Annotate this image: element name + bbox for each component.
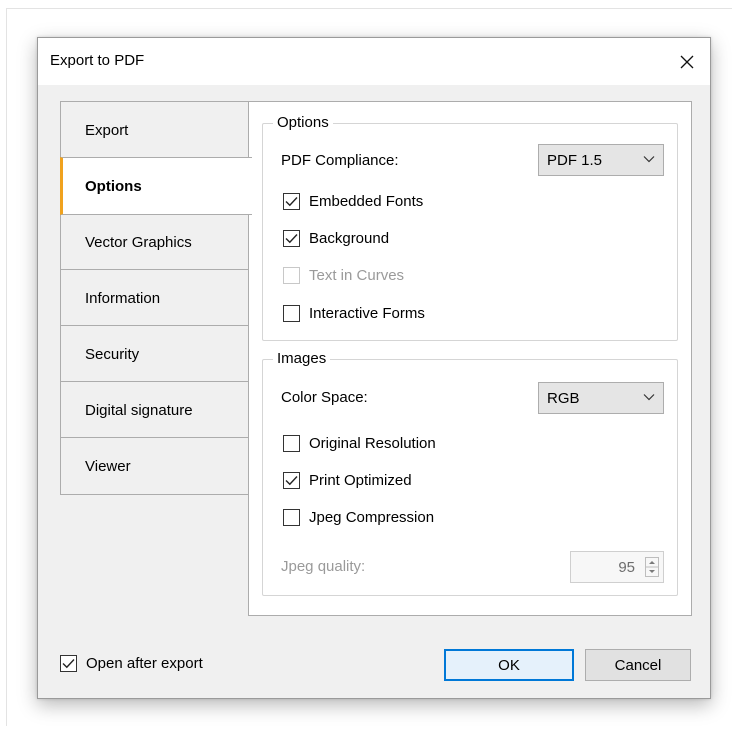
checkbox-box[interactable] — [283, 435, 300, 452]
background-divider-left — [6, 8, 7, 726]
options-group-legend: Options — [273, 114, 333, 131]
checkbox-label: Original Resolution — [309, 435, 436, 452]
title-bar: Export to PDF — [38, 38, 710, 85]
images-group: Images Color Space: RGB Original Resolut… — [262, 350, 678, 596]
jpeg-quality-spinner: 95 — [570, 551, 664, 583]
export-pdf-dialog: Export to PDF Export Options Vector Grap… — [37, 37, 711, 699]
jpeg-quality-value: 95 — [618, 559, 635, 576]
checkbox-label: Text in Curves — [309, 267, 405, 284]
tab-label: Export — [85, 121, 129, 139]
tab-label: Vector Graphics — [85, 233, 192, 251]
checkbox-label: Embedded Fonts — [309, 193, 424, 210]
close-button[interactable] — [664, 38, 710, 85]
chevron-down-icon — [643, 156, 655, 163]
tab-information[interactable]: Information — [60, 269, 250, 327]
open-after-export-checkbox[interactable]: Open after export — [60, 655, 203, 672]
close-icon — [680, 55, 694, 68]
checkmark-icon — [285, 234, 298, 244]
options-panel: Options PDF Compliance: PDF 1.5 Embedded… — [248, 101, 692, 616]
color-space-select[interactable]: RGB — [538, 382, 664, 414]
jpeg-compression-checkbox[interactable]: Jpeg Compression — [283, 509, 434, 526]
checkbox-box[interactable] — [283, 472, 300, 489]
jpeg-quality-label: Jpeg quality: — [281, 558, 366, 575]
checkbox-box[interactable] — [60, 655, 77, 672]
checkbox-label: Jpeg Compression — [309, 509, 435, 526]
background-checkbox[interactable]: Background — [283, 230, 389, 247]
spin-up-down-icon — [645, 557, 659, 577]
checkbox-label: Interactive Forms — [309, 305, 425, 322]
background-divider-top — [6, 8, 732, 9]
tab-security[interactable]: Security — [60, 325, 250, 383]
tab-export[interactable]: Export — [60, 101, 250, 159]
checkbox-box[interactable] — [283, 305, 300, 322]
checkbox-box[interactable] — [283, 509, 300, 526]
dialog-title: Export to PDF — [50, 52, 145, 69]
checkbox-box — [283, 267, 300, 284]
checkbox-box[interactable] — [283, 230, 300, 247]
color-space-label: Color Space: — [281, 389, 368, 406]
checkmark-icon — [285, 197, 298, 207]
text-in-curves-checkbox: Text in Curves — [283, 267, 404, 284]
ok-button[interactable]: OK — [444, 649, 574, 681]
options-group: Options PDF Compliance: PDF 1.5 Embedded… — [262, 114, 678, 341]
pdf-compliance-value: PDF 1.5 — [547, 151, 603, 169]
print-optimized-checkbox[interactable]: Print Optimized — [283, 472, 412, 489]
interactive-forms-checkbox[interactable]: Interactive Forms — [283, 305, 425, 322]
chevron-down-icon — [643, 394, 655, 401]
checkbox-box[interactable] — [283, 193, 300, 210]
original-resolution-checkbox[interactable]: Original Resolution — [283, 435, 436, 452]
checkmark-icon — [62, 659, 75, 669]
cancel-button-label: Cancel — [614, 656, 662, 674]
images-group-legend: Images — [273, 350, 331, 367]
checkbox-label: Background — [309, 230, 390, 247]
tab-digital-signature[interactable]: Digital signature — [60, 381, 250, 439]
tab-label: Options — [85, 177, 142, 195]
tab-label: Digital signature — [85, 401, 193, 419]
color-space-value: RGB — [547, 389, 580, 407]
checkbox-label: Open after export — [86, 655, 203, 672]
embedded-fonts-checkbox[interactable]: Embedded Fonts — [283, 193, 423, 210]
tab-vector-graphics[interactable]: Vector Graphics — [60, 213, 250, 271]
ok-button-label: OK — [498, 656, 520, 674]
tab-label: Information — [85, 289, 161, 307]
checkmark-icon — [285, 476, 298, 486]
pdf-compliance-select[interactable]: PDF 1.5 — [538, 144, 664, 176]
tab-label: Viewer — [85, 457, 131, 475]
tab-label: Security — [85, 345, 140, 363]
tab-viewer[interactable]: Viewer — [60, 437, 250, 495]
pdf-compliance-label: PDF Compliance: — [281, 152, 399, 169]
checkbox-label: Print Optimized — [309, 472, 412, 489]
tab-options[interactable]: Options — [60, 157, 252, 215]
cancel-button[interactable]: Cancel — [585, 649, 691, 681]
